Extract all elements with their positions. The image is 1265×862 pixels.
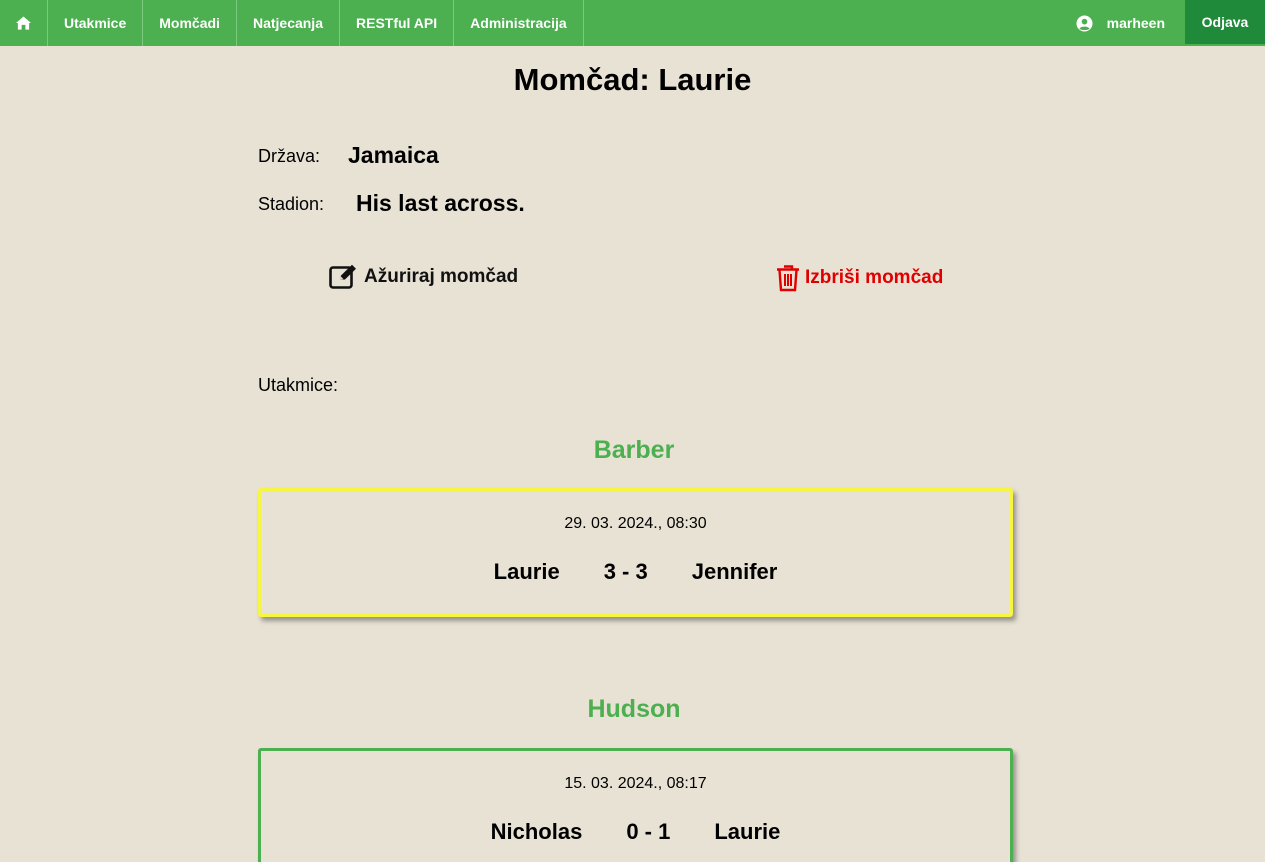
home-team: Laurie	[493, 559, 560, 584]
home-team: Nicholas	[490, 819, 583, 844]
match-card[interactable]: 29. 03. 2024., 08:30 Laurie 3 - 3 Jennif…	[258, 488, 1013, 617]
home-icon	[16, 16, 31, 30]
nav-restful-api[interactable]: RESTful API	[340, 0, 455, 46]
trash-icon	[777, 265, 799, 292]
match-result: Nicholas 0 - 1 Laurie	[261, 819, 1010, 845]
delete-team-label: Izbriši momčad	[805, 267, 944, 288]
stadium-value: His last across.	[356, 190, 525, 216]
match-card[interactable]: 15. 03. 2024., 08:17 Nicholas 0 - 1 Laur…	[258, 748, 1013, 862]
match-datetime: 15. 03. 2024., 08:17	[564, 775, 707, 792]
edit-team-button[interactable]: Ažuriraj momčad	[329, 264, 518, 290]
away-team: Jennifer	[691, 559, 778, 584]
top-navbar: Utakmice Momčadi Natjecanja RESTful API …	[0, 0, 1265, 46]
page-title: Momčad: Laurie	[513, 62, 752, 97]
edit-icon	[329, 264, 356, 289]
country-value: Jamaica	[348, 142, 439, 168]
nav-administracija[interactable]: Administracija	[454, 0, 584, 46]
nav-natjecanja[interactable]: Natjecanja	[237, 0, 340, 46]
match-datetime: 29. 03. 2024., 08:30	[564, 515, 707, 532]
competition-name: Barber	[593, 436, 675, 464]
user-menu[interactable]: marheen	[1060, 0, 1185, 46]
username: marheen	[1106, 15, 1165, 31]
delete-team-button[interactable]: Izbriši momčad	[776, 264, 943, 292]
match-result: Laurie 3 - 3 Jennifer	[261, 559, 1010, 585]
match-score: 0 - 1	[626, 819, 671, 844]
away-team: Laurie	[714, 819, 781, 844]
matches-section-label: Utakmice:	[258, 375, 339, 395]
competition-name: Hudson	[587, 695, 681, 723]
nav-momcadi[interactable]: Momčadi	[143, 0, 237, 46]
user-circle-icon	[1076, 14, 1093, 32]
nav-utakmice[interactable]: Utakmice	[48, 0, 144, 46]
country-label: Država:	[258, 146, 321, 166]
home-button[interactable]	[0, 0, 48, 46]
logout-button[interactable]: Odjava	[1185, 0, 1265, 44]
stadium-label: Stadion:	[258, 194, 325, 214]
match-score: 3 - 3	[603, 559, 648, 584]
edit-team-label: Ažuriraj momčad	[364, 266, 519, 287]
